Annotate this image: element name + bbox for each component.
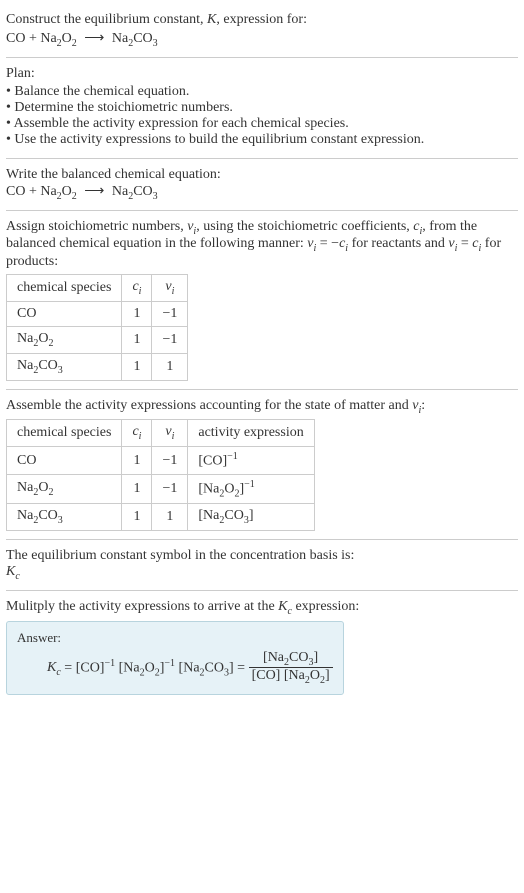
plan-list: • Balance the chemical equation. • Deter…	[6, 84, 518, 148]
cell-species: Na2CO3	[7, 504, 122, 531]
cell-nui: 1	[152, 504, 188, 531]
col-nui: νi	[152, 275, 188, 302]
table-header-row: chemical species ci νi	[7, 275, 188, 302]
cell-species: Na2O2	[7, 326, 122, 353]
prompt-section: Construct the equilibrium constant, K, e…	[6, 4, 518, 58]
multiply-text: Mulitply the activity expressions to arr…	[6, 599, 518, 617]
table-row: CO 1 −1 [CO]−1	[7, 447, 315, 475]
cell-ci: 1	[122, 474, 152, 503]
prompt-equation: CO + Na2O2 ⟶ Na2CO3	[6, 30, 518, 49]
answer-box: Answer: Kc = [CO]−1 [Na2O2]−1 [Na2CO3] =…	[6, 621, 344, 696]
plan-title: Plan:	[6, 66, 518, 82]
table-row: Na2O2 1 −1 [Na2O2]−1	[7, 474, 315, 503]
stoich-table: chemical species ci νi CO 1 −1 Na2O2 1 −…	[6, 274, 188, 380]
col-ci: ci	[122, 420, 152, 447]
cell-activity: [Na2O2]−1	[188, 474, 314, 503]
balanced-equation: CO + Na2O2 ⟶ Na2CO3	[6, 183, 518, 202]
cell-nui: −1	[152, 301, 188, 326]
col-nui: νi	[152, 420, 188, 447]
cell-species: Na2O2	[7, 474, 122, 503]
cell-species: Na2CO3	[7, 353, 122, 380]
cell-nui: −1	[152, 447, 188, 475]
cell-nui: −1	[152, 474, 188, 503]
cell-activity: [Na2CO3]	[188, 504, 314, 531]
cell-ci: 1	[122, 301, 152, 326]
table-row: Na2O2 1 −1	[7, 326, 188, 353]
answer-label: Answer:	[17, 630, 333, 646]
answer-expression: Kc = [CO]−1 [Na2O2]−1 [Na2CO3] = [Na2CO3…	[17, 650, 333, 687]
plan-item: • Determine the stoichiometric numbers.	[6, 100, 518, 116]
cell-ci: 1	[122, 504, 152, 531]
table-row: CO 1 −1	[7, 301, 188, 326]
col-activity: activity expression	[188, 420, 314, 447]
balanced-title: Write the balanced chemical equation:	[6, 167, 518, 183]
activity-table: chemical species ci νi activity expressi…	[6, 419, 315, 531]
col-ci: ci	[122, 275, 152, 302]
col-species: chemical species	[7, 420, 122, 447]
cell-nui: −1	[152, 326, 188, 353]
table-row: Na2CO3 1 1	[7, 353, 188, 380]
plan-section: Plan: • Balance the chemical equation. •…	[6, 58, 518, 159]
symbol-section: The equilibrium constant symbol in the c…	[6, 540, 518, 591]
cell-ci: 1	[122, 326, 152, 353]
stoich-intro: Assign stoichiometric numbers, νi, using…	[6, 219, 518, 271]
cell-activity: [CO]−1	[188, 447, 314, 475]
cell-species: CO	[7, 447, 122, 475]
plan-item: • Balance the chemical equation.	[6, 84, 518, 100]
multiply-section: Mulitply the activity expressions to arr…	[6, 591, 518, 703]
balanced-section: Write the balanced chemical equation: CO…	[6, 159, 518, 211]
cell-ci: 1	[122, 353, 152, 380]
plan-item: • Assemble the activity expression for e…	[6, 116, 518, 132]
symbol-kc: Kc	[6, 564, 518, 582]
activity-intro: Assemble the activity expressions accoun…	[6, 398, 518, 416]
col-species: chemical species	[7, 275, 122, 302]
prompt-text: Construct the equilibrium constant, K, e…	[6, 12, 518, 28]
stoich-section: Assign stoichiometric numbers, νi, using…	[6, 211, 518, 390]
cell-species: CO	[7, 301, 122, 326]
cell-nui: 1	[152, 353, 188, 380]
table-row: Na2CO3 1 1 [Na2CO3]	[7, 504, 315, 531]
cell-ci: 1	[122, 447, 152, 475]
activity-section: Assemble the activity expressions accoun…	[6, 390, 518, 541]
table-header-row: chemical species ci νi activity expressi…	[7, 420, 315, 447]
plan-item: • Use the activity expressions to build …	[6, 132, 518, 148]
symbol-text: The equilibrium constant symbol in the c…	[6, 548, 518, 564]
